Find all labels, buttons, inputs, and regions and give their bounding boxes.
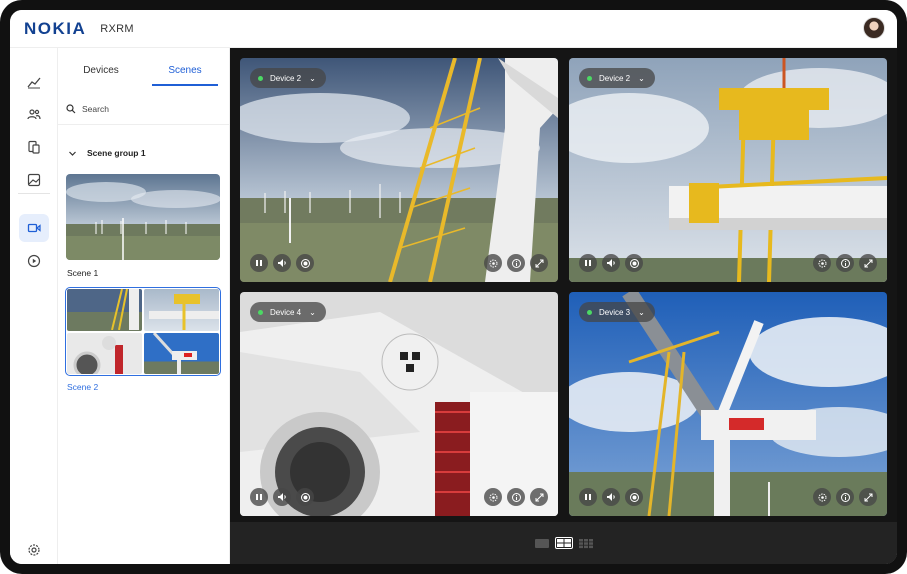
scene-2-thumbnail[interactable] — [65, 287, 221, 376]
scene-1-label[interactable]: Scene 1 — [67, 268, 98, 278]
video-icon[interactable] — [19, 214, 49, 242]
scene-group-label: Scene group 1 — [87, 148, 146, 158]
fullscreen-button[interactable] — [859, 488, 877, 506]
info-button[interactable] — [507, 254, 525, 272]
video-tile-1[interactable]: Device 2 ⌄ — [240, 58, 558, 282]
app-name: RXRM — [100, 22, 134, 35]
fullscreen-button[interactable] — [530, 488, 548, 506]
volume-button[interactable] — [273, 488, 291, 506]
volume-button[interactable] — [602, 488, 620, 506]
record-button[interactable] — [296, 254, 314, 272]
settings-button[interactable] — [484, 488, 502, 506]
gear-icon[interactable] — [19, 536, 49, 564]
users-icon[interactable] — [19, 100, 49, 128]
nokia-logo: NOKIA — [24, 18, 87, 38]
panel-divider — [58, 124, 229, 125]
analytics-icon[interactable] — [19, 68, 49, 96]
layout-toolbar — [230, 522, 897, 564]
device-name: Device 2 — [270, 73, 302, 83]
fullscreen-button[interactable] — [530, 254, 548, 272]
scene-2-preview-4 — [144, 332, 219, 374]
app-header: NOKIA RXRM — [10, 10, 897, 48]
device-name: Device 2 — [599, 73, 631, 83]
scene-group-header[interactable]: Scene group 1 — [68, 148, 146, 158]
chevron-down-icon — [69, 151, 76, 156]
device-frame: NOKIA RXRM Devices Scenes Search Scene g… — [0, 0, 907, 574]
record-button[interactable] — [625, 488, 643, 506]
chevron-down-icon: ⌄ — [309, 73, 316, 83]
device-selector[interactable]: Device 3 ⌄ — [579, 302, 655, 322]
device-name: Device 4 — [270, 307, 302, 317]
settings-button[interactable] — [813, 254, 831, 272]
live-status-dot — [258, 75, 263, 81]
avatar[interactable] — [863, 17, 885, 39]
live-status-dot — [587, 75, 592, 81]
video-tile-3[interactable]: Device 4 ⌄ — [240, 292, 558, 516]
chevron-down-icon: ⌄ — [638, 73, 645, 83]
device-selector[interactable]: Device 2 ⌄ — [250, 68, 326, 88]
device-selector[interactable]: Device 4 ⌄ — [250, 302, 326, 322]
search-icon — [66, 104, 76, 114]
scene-2-preview-2 — [144, 289, 219, 331]
info-button[interactable] — [507, 488, 525, 506]
scene-2-label[interactable]: Scene 2 — [67, 382, 98, 392]
pause-button[interactable] — [579, 488, 597, 506]
info-button[interactable] — [836, 254, 854, 272]
volume-button[interactable] — [273, 254, 291, 272]
grid-2x2-layout-icon[interactable] — [554, 537, 573, 549]
settings-button[interactable] — [484, 254, 502, 272]
pause-button[interactable] — [579, 254, 597, 272]
pause-button[interactable] — [250, 488, 268, 506]
chevron-down-icon: ⌄ — [638, 307, 645, 317]
single-layout-icon[interactable] — [533, 537, 551, 549]
record-button[interactable] — [625, 254, 643, 272]
image-icon[interactable] — [19, 166, 49, 194]
info-button[interactable] — [836, 488, 854, 506]
chevron-down-icon: ⌄ — [309, 307, 316, 317]
play-icon[interactable] — [19, 247, 49, 275]
live-status-dot — [587, 309, 592, 315]
panel-tabs: Devices Scenes — [58, 60, 230, 86]
device-selector[interactable]: Device 2 ⌄ — [579, 68, 655, 88]
search-placeholder: Search — [82, 104, 109, 114]
app-screen: NOKIA RXRM Devices Scenes Search Scene g… — [10, 10, 897, 564]
video-wall: Device 2 ⌄ Device 2 ⌄ Device 4 ⌄ Device … — [230, 48, 897, 564]
record-button[interactable] — [296, 488, 314, 506]
icon-rail — [10, 48, 58, 564]
scene-2-preview-3 — [67, 332, 142, 374]
pause-button[interactable] — [250, 254, 268, 272]
tab-devices[interactable]: Devices — [58, 60, 144, 86]
fullscreen-button[interactable] — [859, 254, 877, 272]
devices-icon[interactable] — [19, 133, 49, 161]
device-name: Device 3 — [599, 307, 631, 317]
video-tile-4[interactable]: Device 3 ⌄ — [569, 292, 887, 516]
scenes-panel: Devices Scenes Search Scene group 1 Scen… — [58, 48, 230, 564]
live-status-dot — [258, 309, 263, 315]
scene-1-thumbnail[interactable] — [66, 174, 220, 260]
tab-scenes[interactable]: Scenes — [152, 60, 218, 86]
rail-divider — [18, 193, 50, 194]
scene-2-preview-1 — [67, 289, 142, 331]
settings-button[interactable] — [813, 488, 831, 506]
search-input[interactable]: Search — [66, 100, 222, 118]
volume-button[interactable] — [602, 254, 620, 272]
grid-3x3-layout-icon[interactable] — [577, 537, 595, 549]
video-tile-2[interactable]: Device 2 ⌄ — [569, 58, 887, 282]
